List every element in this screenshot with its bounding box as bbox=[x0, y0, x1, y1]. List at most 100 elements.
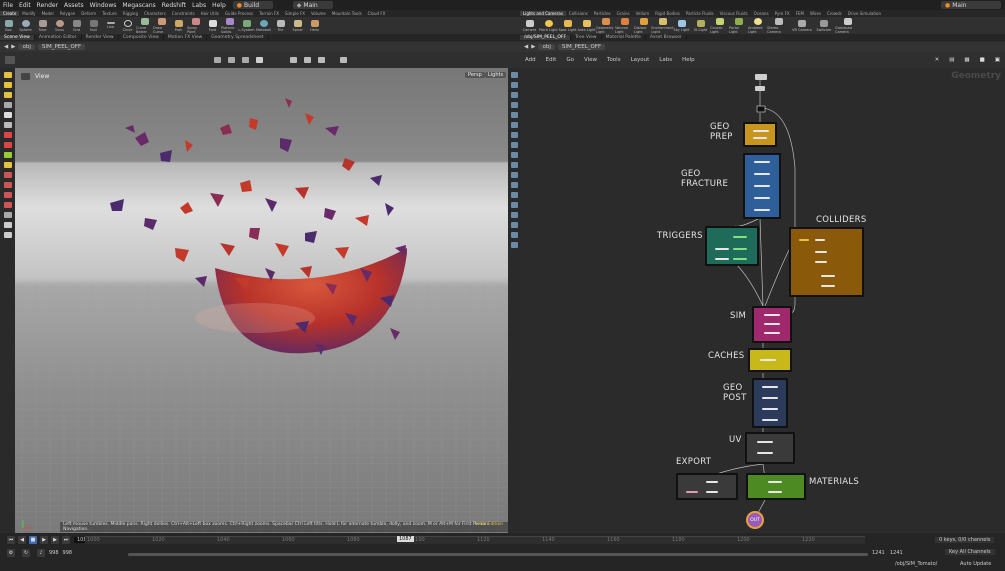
shelf-tab[interactable]: Volume bbox=[308, 11, 329, 16]
netbox-colliders[interactable] bbox=[789, 227, 864, 297]
menu-labs[interactable]: Labs bbox=[189, 2, 209, 9]
node[interactable] bbox=[821, 285, 835, 287]
tab-animation-editor[interactable]: Animation Editor bbox=[35, 35, 82, 40]
handle-icon[interactable] bbox=[3, 112, 12, 118]
node[interactable] bbox=[762, 386, 778, 388]
tool-sky-light[interactable]: Sky Light bbox=[672, 17, 691, 34]
menu-assets[interactable]: Assets bbox=[61, 2, 87, 9]
tool-ambient-light[interactable]: Ambient Light bbox=[748, 17, 767, 34]
tool-helix[interactable]: Helix bbox=[306, 17, 323, 34]
tab-motion-fx-view[interactable]: Motion FX View bbox=[164, 35, 208, 40]
forward-arrow-icon[interactable]: ▶ bbox=[531, 44, 535, 50]
jump-end-icon[interactable]: ⏭ bbox=[62, 536, 70, 544]
tool-camera[interactable]: Camera bbox=[520, 17, 539, 34]
shelf-tab[interactable]: Grains bbox=[614, 11, 633, 16]
tool-grid[interactable]: Grid bbox=[68, 17, 85, 34]
node[interactable] bbox=[760, 359, 776, 361]
tool-curve[interactable]: Curve Bezier bbox=[136, 17, 153, 34]
net-menu-go[interactable]: Go bbox=[561, 57, 579, 63]
key-icon[interactable] bbox=[3, 142, 12, 148]
tool-platonic[interactable]: Platonic Solids bbox=[221, 17, 238, 34]
lut-icon[interactable] bbox=[510, 212, 518, 218]
scene-viewport[interactable]: View Persp Lights Left mouse tumbles. Mi… bbox=[15, 68, 508, 533]
path-context-chip[interactable]: obj bbox=[18, 44, 35, 50]
tool-font[interactable]: Font bbox=[204, 17, 221, 34]
netbox-caches[interactable] bbox=[748, 348, 792, 372]
node[interactable] bbox=[815, 261, 827, 263]
audio-icon[interactable]: ♪ bbox=[37, 549, 45, 557]
shelf-tab[interactable]: Wires bbox=[807, 11, 824, 16]
shelf-tab[interactable]: Rigid Bodies bbox=[652, 11, 683, 16]
tool-portal-light[interactable]: Portal Light bbox=[729, 17, 748, 34]
netbox-geo-post[interactable] bbox=[752, 378, 788, 428]
path-node-chip[interactable]: SIM_PEEL_OFF bbox=[557, 44, 606, 50]
netbox-export[interactable] bbox=[676, 473, 738, 500]
shelf-tab[interactable]: Guide Process bbox=[222, 11, 256, 16]
move-icon[interactable] bbox=[3, 82, 12, 88]
vertex-icon[interactable] bbox=[510, 122, 518, 128]
node[interactable] bbox=[768, 491, 782, 493]
render-icon[interactable] bbox=[304, 57, 311, 63]
path-context-chip[interactable]: obj bbox=[538, 44, 555, 50]
node[interactable] bbox=[715, 248, 729, 250]
tool-switcher[interactable]: Switcher bbox=[813, 17, 835, 34]
shelf-tab[interactable]: Characters bbox=[141, 11, 169, 16]
shelf-tab[interactable]: Mountain Tools bbox=[329, 11, 365, 16]
tool-null[interactable]: Null bbox=[85, 17, 102, 34]
node[interactable] bbox=[762, 419, 778, 421]
node[interactable] bbox=[754, 197, 770, 199]
menu-help[interactable]: Help bbox=[209, 2, 229, 9]
node[interactable] bbox=[754, 209, 770, 211]
menu-redshift[interactable]: Redshift bbox=[159, 2, 189, 9]
magnet-icon[interactable] bbox=[3, 202, 12, 208]
shelf-tab[interactable]: Oceans bbox=[751, 11, 772, 16]
shelf-tab[interactable]: Polygon bbox=[57, 11, 79, 16]
normal-display-icon[interactable] bbox=[510, 112, 518, 118]
tool-area-light[interactable]: Area Light bbox=[577, 17, 596, 34]
shelf-tab[interactable]: Drive Simulation bbox=[845, 11, 884, 16]
shadow-icon[interactable] bbox=[510, 162, 518, 168]
node[interactable] bbox=[762, 408, 778, 410]
net-menu-layout[interactable]: Layout bbox=[626, 57, 655, 63]
tab-network-editor[interactable]: /obj/SIM_PEEL_OFF bbox=[520, 35, 572, 40]
snap-icon[interactable] bbox=[5, 56, 15, 64]
back-arrow-icon[interactable]: ◀ bbox=[4, 44, 8, 50]
shelf-tab[interactable]: Constraints bbox=[169, 11, 198, 16]
tool-caustic-light[interactable]: Caustic Light bbox=[710, 17, 729, 34]
tool-spiral[interactable]: Spiral bbox=[289, 17, 306, 34]
tool-line[interactable]: Line bbox=[102, 17, 119, 34]
network-box-icon[interactable]: ▣ bbox=[990, 57, 1005, 63]
node[interactable] bbox=[815, 239, 825, 241]
view-icon[interactable] bbox=[3, 122, 12, 128]
sculpt-icon[interactable] bbox=[3, 182, 12, 188]
tab-render-view[interactable]: Render View bbox=[82, 35, 119, 40]
menu-edit[interactable]: Edit bbox=[16, 2, 34, 9]
shelf-tab[interactable]: Lights and Cameras bbox=[520, 11, 566, 16]
tool-file[interactable]: File bbox=[272, 17, 289, 34]
bg-icon[interactable] bbox=[510, 142, 518, 148]
jump-start-icon[interactable]: ⏮ bbox=[7, 536, 15, 544]
point-display-icon[interactable] bbox=[510, 102, 518, 108]
netbox-sim[interactable] bbox=[752, 306, 792, 343]
shelf-tab[interactable]: Viscous Fluids bbox=[717, 11, 751, 16]
select-icon[interactable] bbox=[3, 72, 12, 78]
tool-path[interactable]: Path bbox=[170, 17, 187, 34]
key-all-channels-button[interactable]: Key All Channels bbox=[945, 549, 995, 555]
tool-geometry-light[interactable]: Geometry Light bbox=[596, 17, 615, 34]
tool-point-light[interactable]: Point Light bbox=[539, 17, 558, 34]
tool-vr-camera[interactable]: VR Camera bbox=[791, 17, 813, 34]
shelf-tab[interactable]: Particle Fluids bbox=[683, 11, 717, 16]
camera-view-icon[interactable] bbox=[290, 57, 297, 63]
network-editor[interactable]: Geometry GEO PREP GEO FRACTURE TRIGGERS … bbox=[520, 68, 1005, 533]
tab-material-palette[interactable]: Material Palette bbox=[602, 35, 646, 40]
range-start-field[interactable]: 998 bbox=[49, 550, 59, 556]
node[interactable] bbox=[733, 258, 747, 260]
shelf-tab[interactable]: Texture bbox=[99, 11, 120, 16]
step-back-icon[interactable]: ◀ bbox=[18, 536, 26, 544]
layout-icon[interactable]: ▤ bbox=[944, 57, 959, 63]
grid-toggle-icon[interactable] bbox=[256, 57, 263, 63]
tool-lsystem[interactable]: L-System bbox=[238, 17, 255, 34]
netbox-geo-prep[interactable] bbox=[743, 122, 777, 147]
menu-render[interactable]: Render bbox=[34, 2, 61, 9]
node[interactable] bbox=[815, 251, 827, 253]
